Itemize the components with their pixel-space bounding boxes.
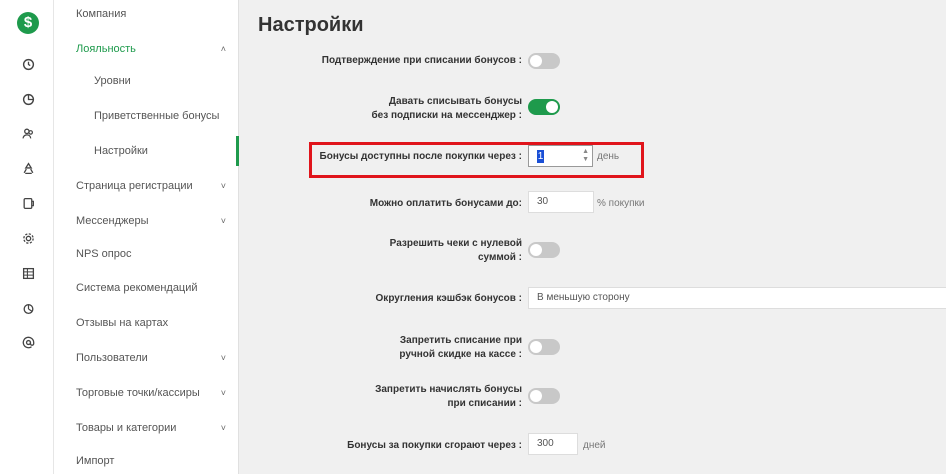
setting-label: Разрешить чеки с нулевой суммой :	[390, 237, 522, 265]
clock-icon[interactable]	[20, 56, 36, 72]
settings-panel: Настройки Подтверждение при списании бон…	[240, 0, 946, 474]
menu-item-nps[interactable]: NPS опрос	[76, 246, 238, 262]
recycle-icon[interactable]	[20, 160, 36, 176]
bonus-expiry-input[interactable]: 300	[528, 433, 578, 455]
chevron-up-icon: ˄	[220, 44, 226, 54]
setting-label: Бонусы за покупки сгорают через :	[347, 440, 522, 451]
setting-label-line: Разрешить чеки с нулевой	[389, 238, 522, 249]
chevron-down-icon: ˅	[220, 181, 226, 191]
menu-item-label: Мессенджеры	[76, 215, 149, 227]
settings-icon[interactable]	[20, 230, 36, 246]
menu-item-label: Система рекомендаций	[76, 282, 198, 294]
piechart-icon[interactable]	[20, 300, 36, 316]
menu-item-products[interactable]: Товары и категории ˅	[76, 420, 238, 436]
chevron-down-icon: ˅	[220, 423, 226, 433]
bonus-delay-input[interactable]: 1 ▲ ▼	[528, 145, 593, 167]
menu-item-outlets[interactable]: Торговые точки/кассиры ˅	[76, 385, 238, 401]
menu-item-label: Отзывы на картах	[76, 317, 169, 329]
setting-label-line: при списании :	[447, 398, 522, 409]
writeoff-without-subscription-toggle[interactable]	[528, 99, 560, 115]
menu-item-label: Приветственные бонусы	[94, 110, 220, 122]
active-indicator	[236, 136, 239, 166]
page-title: Настройки	[258, 14, 364, 36]
menu-item-label: Компания	[76, 8, 127, 20]
menu-item-label: Лояльность	[76, 43, 136, 55]
chevron-down-icon: ˅	[220, 353, 226, 363]
unit-label: % покупки	[597, 198, 645, 209]
icon-rail: $	[0, 0, 54, 474]
setting-label-line: суммой :	[477, 252, 522, 263]
users-icon[interactable]	[20, 125, 36, 141]
menu-item-label: Страница регистрации	[76, 180, 193, 192]
confirm-writeoff-toggle[interactable]	[528, 53, 560, 69]
setting-label: Запретить начислять бонусы при списании …	[375, 383, 522, 411]
menu-item-registration-page[interactable]: Страница регистрации ˅	[76, 178, 238, 194]
setting-label-line: Давать списывать бонусы	[388, 96, 522, 107]
spinner-icon[interactable]: ▲ ▼	[582, 148, 589, 164]
menu-item-settings[interactable]: Настройки	[94, 143, 238, 159]
menu-item-users[interactable]: Пользователи ˅	[76, 350, 238, 366]
menu-item-label: Торговые точки/кассиры	[76, 387, 200, 399]
setting-label-line: Запретить начислять бонусы	[375, 384, 522, 395]
manual-discount-writeoff-toggle[interactable]	[528, 339, 560, 355]
setting-label: Подтверждение при списании бонусов :	[321, 55, 522, 66]
menu-item-label: Уровни	[94, 75, 131, 87]
settings-menu: Компания Лояльность ˄ Уровни Приветственн…	[54, 0, 239, 474]
logo-icon[interactable]: $	[17, 12, 39, 34]
card-icon[interactable]	[20, 195, 36, 211]
table-icon[interactable]	[20, 265, 36, 281]
setting-label: Можно оплатить бонусами до:	[369, 198, 522, 209]
setting-label: Бонусы доступны после покупки через :	[319, 151, 522, 162]
chevron-down-icon: ˅	[220, 216, 226, 226]
menu-item-label: NPS опрос	[76, 248, 132, 260]
zero-sum-receipts-toggle[interactable]	[528, 242, 560, 258]
chart-icon[interactable]	[20, 91, 36, 107]
at-icon[interactable]	[20, 334, 36, 350]
setting-label: Запретить списание при ручной скидке на …	[399, 334, 522, 362]
menu-item-import[interactable]: Импорт	[76, 453, 238, 469]
unit-label: день	[597, 151, 620, 162]
setting-label: Давать списывать бонусы без подписки на …	[371, 95, 522, 123]
menu-item-loyalty[interactable]: Лояльность ˄	[76, 41, 238, 57]
setting-label-line: ручной скидке на кассе :	[399, 349, 522, 360]
menu-item-messengers[interactable]: Мессенджеры ˅	[76, 213, 238, 229]
menu-item-recommendations[interactable]: Система рекомендаций	[76, 280, 238, 296]
menu-item-label: Импорт	[76, 455, 115, 467]
menu-item-company[interactable]: Компания	[76, 6, 238, 22]
input-value: 1	[537, 150, 544, 163]
setting-label: Округления кэшбэк бонусов :	[375, 293, 522, 304]
menu-item-label: Товары и категории	[76, 422, 177, 434]
accrue-on-writeoff-toggle[interactable]	[528, 388, 560, 404]
menu-item-welcome-bonuses[interactable]: Приветственные бонусы	[94, 108, 238, 124]
max-bonus-payment-input[interactable]: 30	[528, 191, 594, 213]
cashback-rounding-select[interactable]: В меньшую сторону	[528, 287, 946, 309]
menu-item-label: Настройки	[94, 145, 148, 157]
menu-item-label: Пользователи	[76, 352, 148, 364]
chevron-down-icon: ˅	[220, 388, 226, 398]
setting-label-line: Запретить списание при	[399, 335, 522, 346]
menu-item-map-reviews[interactable]: Отзывы на картах	[76, 315, 238, 331]
menu-item-levels[interactable]: Уровни	[94, 73, 238, 89]
unit-label: дней	[583, 440, 606, 451]
setting-label-line: без подписки на мессенджер :	[371, 110, 522, 121]
